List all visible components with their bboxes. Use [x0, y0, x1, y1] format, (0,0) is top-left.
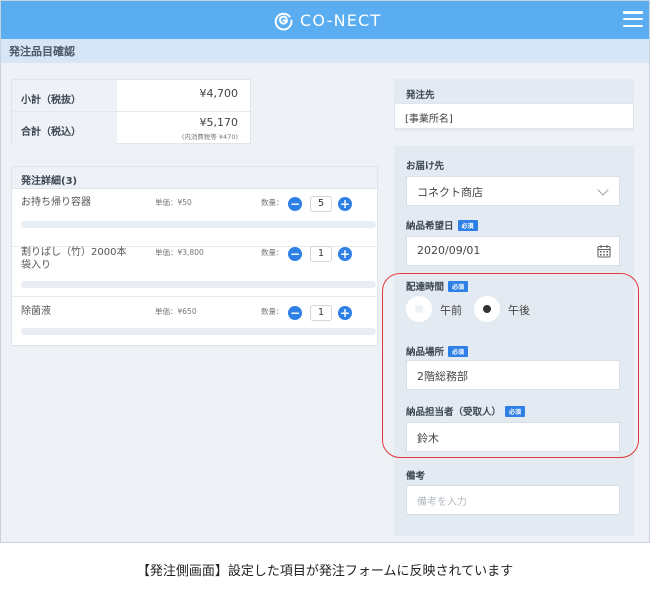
caption: 【発注側画面】設定した項目が発注フォームに反映されています	[136, 564, 514, 579]
hamburger-menu-icon[interactable]	[623, 9, 643, 29]
chevron-down-icon	[597, 184, 609, 196]
list-item: 割りばし（竹）2000本 袋入り 単価：¥3,800 数量： − 1 +	[12, 239, 377, 297]
page-title: 発注品目確認	[9, 45, 75, 58]
item-price: 単価：¥650	[155, 307, 197, 316]
item-bar	[21, 281, 376, 288]
quantity-value[interactable]: 1	[310, 246, 332, 262]
tax-note: (内消費税等 ¥470)	[181, 133, 238, 141]
supplier-section: 発注先 [事業所名]	[394, 79, 634, 131]
item-name: 除菌液	[21, 306, 51, 317]
item-bar	[21, 328, 376, 335]
quantity-label: 数量：	[261, 198, 284, 207]
subtotal-row: 小計（税抜） ¥4,700	[12, 80, 250, 112]
decrease-quantity-button[interactable]: −	[288, 247, 302, 261]
ship-to-value: コネクト商店	[417, 186, 483, 199]
increase-quantity-button[interactable]: +	[338, 197, 352, 211]
ship-to-label: お届け先	[406, 161, 445, 172]
increase-quantity-button[interactable]: +	[338, 247, 352, 261]
quantity-label: 数量：	[261, 307, 284, 316]
item-name: 割りばし（竹）2000本 袋入り	[21, 247, 137, 271]
list-item: 除菌液 単価：¥650 数量： − 1 +	[12, 298, 377, 356]
delivery-date-input[interactable]: 2020/09/01	[406, 236, 620, 266]
quantity-value[interactable]: 1	[310, 305, 332, 321]
app-frame: CO-NECT 発注品目確認 小計（税抜） ¥4,700 合計（税込） ¥5,1…	[0, 0, 650, 543]
decrease-quantity-button[interactable]: −	[288, 306, 302, 320]
ship-to-select[interactable]: コネクト商店	[406, 176, 620, 206]
highlight-circle	[382, 273, 639, 458]
supplier-label: 発注先	[406, 90, 435, 101]
delivery-date-value: 2020/09/01	[417, 244, 481, 257]
supplier-value: [事業所名]	[394, 103, 634, 129]
notes-label: 備考	[406, 471, 426, 482]
logo-text: CO-NECT	[300, 10, 382, 30]
subtotal-label: 小計（税抜）	[12, 80, 117, 111]
total-label: 合計（税込）	[12, 112, 117, 144]
notes-input[interactable]: 備考を入力	[406, 485, 620, 515]
co-nect-logo-icon	[274, 12, 293, 30]
order-details: 発注詳細(3) お持ち帰り容器 単価：¥50 数量： − 5 + 割りばし（竹）…	[11, 166, 378, 346]
item-bar	[21, 221, 376, 228]
order-summary: 小計（税抜） ¥4,700 合計（税込） ¥5,170 (内消費税等 ¥470)	[11, 79, 251, 144]
item-price: 単価：¥3,800	[155, 248, 204, 257]
details-header: 発注詳細(3)	[12, 167, 377, 189]
total-row: 合計（税込） ¥5,170 (内消費税等 ¥470)	[12, 112, 250, 144]
decrease-quantity-button[interactable]: −	[288, 197, 302, 211]
increase-quantity-button[interactable]: +	[338, 306, 352, 320]
quantity-value[interactable]: 5	[310, 196, 332, 212]
page-title-bar: 発注品目確認	[1, 39, 649, 63]
logo[interactable]: CO-NECT	[273, 9, 381, 31]
quantity-label: 数量：	[261, 248, 284, 257]
app-header: CO-NECT	[1, 1, 649, 39]
total-value: ¥5,170	[199, 116, 239, 129]
subtotal-value: ¥4,700	[199, 87, 239, 100]
item-price: 単価：¥50	[155, 198, 192, 207]
delivery-date-label: 納品希望日 必須	[406, 218, 478, 232]
required-badge: 必須	[457, 220, 478, 231]
item-name: お持ち帰り容器	[21, 197, 91, 208]
calendar-icon[interactable]	[597, 244, 611, 258]
